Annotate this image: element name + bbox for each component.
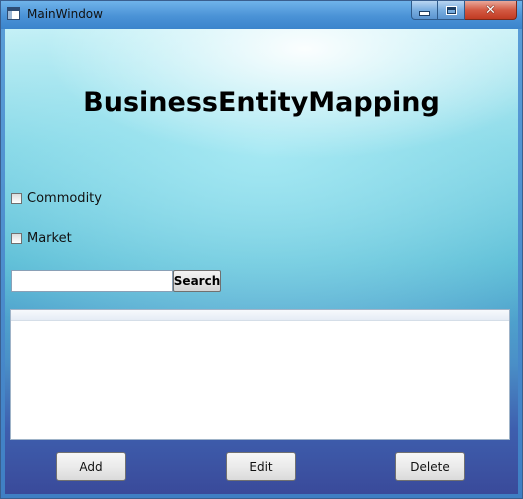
- market-checkbox-label[interactable]: Market: [27, 231, 72, 246]
- add-button[interactable]: Add: [56, 452, 126, 481]
- close-button[interactable]: ✕: [465, 1, 517, 20]
- results-list[interactable]: [10, 309, 510, 440]
- search-button[interactable]: Search: [173, 270, 221, 292]
- maximize-icon: [445, 5, 457, 15]
- market-checkbox-row[interactable]: Market: [11, 231, 72, 246]
- results-list-header: [11, 310, 509, 321]
- title-bar[interactable]: MainWindow ✕: [1, 1, 522, 29]
- window-title: MainWindow: [27, 7, 103, 21]
- page-title: BusinessEntityMapping: [83, 87, 440, 118]
- commodity-checkbox[interactable]: [11, 193, 22, 204]
- market-checkbox[interactable]: [11, 233, 22, 244]
- minimize-icon: [419, 10, 430, 16]
- delete-button[interactable]: Delete: [395, 452, 465, 481]
- maximize-button[interactable]: [438, 1, 465, 20]
- main-window: MainWindow ✕ BusinessEntityMapping Commo…: [0, 0, 523, 499]
- minimize-button[interactable]: [411, 1, 438, 20]
- caption-buttons: ✕: [411, 1, 517, 20]
- commodity-checkbox-row[interactable]: Commodity: [11, 191, 102, 206]
- window-app-icon[interactable]: [7, 7, 20, 20]
- edit-button[interactable]: Edit: [226, 452, 296, 481]
- search-input[interactable]: [11, 270, 173, 292]
- close-icon: ✕: [485, 2, 496, 18]
- window-content: BusinessEntityMapping Commodity Market S…: [5, 29, 518, 494]
- commodity-checkbox-label[interactable]: Commodity: [27, 191, 102, 206]
